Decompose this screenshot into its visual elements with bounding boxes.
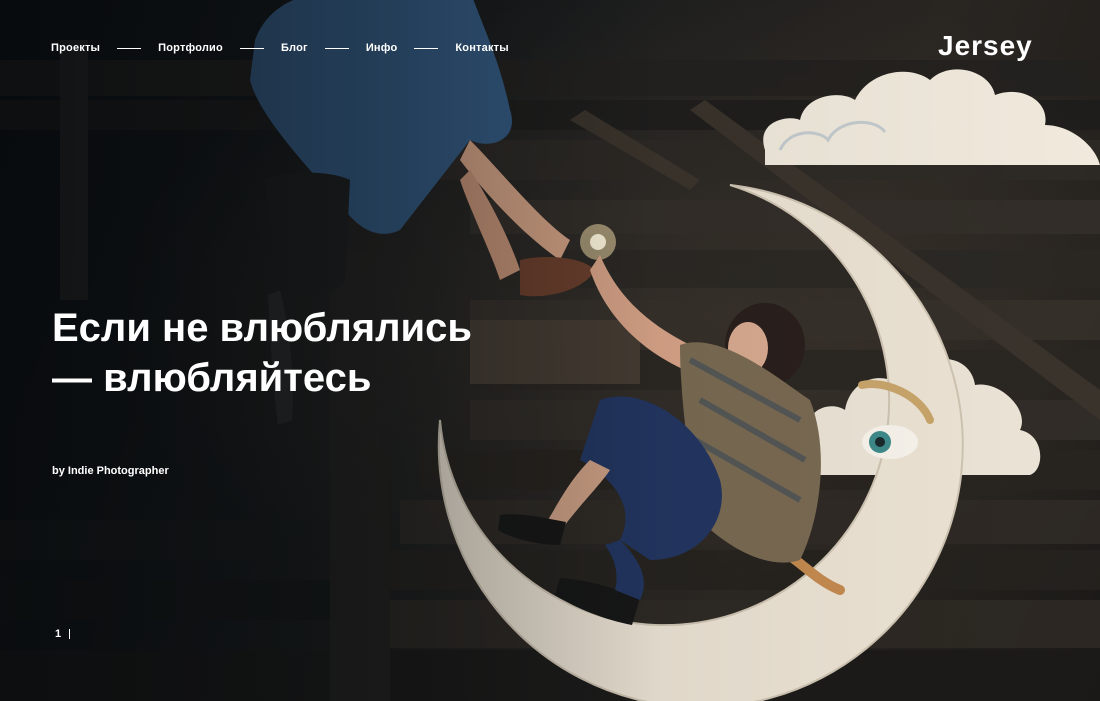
slide-pager[interactable]: 1 [55, 628, 71, 640]
brand-logo[interactable]: Jersey [938, 30, 1033, 62]
nav-item-contacts[interactable]: Контакты [455, 42, 508, 54]
nav-item-portfolio[interactable]: Портфолио [158, 42, 223, 54]
nav-divider [324, 47, 349, 49]
nav-divider [117, 47, 142, 49]
nav-divider [239, 47, 264, 49]
main-nav: Проекты Портфолио Блог Инфо Контакты [51, 42, 509, 54]
hero-byline: by Indie Photographer [52, 465, 169, 477]
nav-item-projects[interactable]: Проекты [51, 42, 100, 54]
hero-headline-line1: Если не влюблялись [52, 306, 472, 350]
nav-item-info[interactable]: Инфо [366, 42, 398, 54]
nav-divider [414, 47, 439, 49]
hero-section: Проекты Портфолио Блог Инфо Контакты Jer… [0, 0, 1100, 701]
hero-headline: Если не влюблялись — влюбляйтесь [52, 303, 572, 403]
hero-headline-line2: — влюбляйтесь [52, 356, 372, 400]
nav-item-blog[interactable]: Блог [281, 42, 308, 54]
pager-indicator [69, 629, 71, 639]
pager-current: 1 [55, 628, 62, 640]
